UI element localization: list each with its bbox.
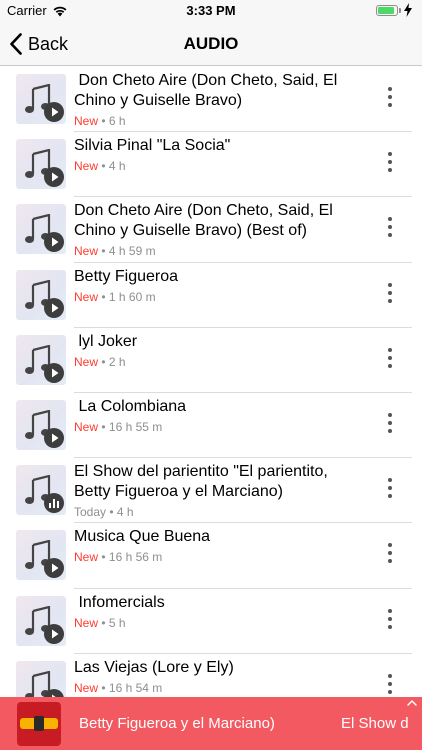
playing-badge bbox=[44, 493, 64, 514]
play-icon bbox=[52, 237, 59, 247]
more-options-button[interactable] bbox=[386, 217, 394, 241]
episode-duration: 6 h bbox=[108, 114, 126, 128]
episode-row[interactable]: Infomercials New • 5 h bbox=[0, 589, 422, 654]
episode-title: Don Cheto Aire (Don Cheto, Said, El Chin… bbox=[74, 202, 338, 240]
episode-title: La Colombiana bbox=[74, 397, 187, 415]
episode-row[interactable]: El Show del parientito "El parientito, B… bbox=[0, 458, 422, 524]
episode-thumbnail bbox=[16, 334, 66, 385]
page-title: AUDIO bbox=[183, 34, 239, 53]
episode-row[interactable]: Silvia Pinal "La Socia" New • 4 h bbox=[0, 132, 422, 198]
more-options-button[interactable] bbox=[386, 87, 394, 111]
episode-duration: 16 h 54 m bbox=[108, 680, 163, 695]
play-icon bbox=[52, 433, 59, 443]
episode-thumbnail bbox=[16, 595, 66, 646]
episode-thumbnail bbox=[16, 204, 66, 255]
episode-status: New bbox=[74, 419, 99, 434]
episode-thumbnail bbox=[16, 399, 66, 450]
episode-status: New bbox=[74, 244, 99, 259]
episode-thumbnail bbox=[16, 269, 66, 320]
play-badge bbox=[44, 232, 64, 253]
battery-tip bbox=[399, 8, 401, 13]
play-badge bbox=[44, 362, 64, 383]
more-options-button[interactable] bbox=[386, 543, 394, 567]
episode-meta: New • 4 h 59 m bbox=[74, 244, 156, 259]
status-bar: Carrier 3:33 PM bbox=[0, 0, 422, 22]
play-badge bbox=[44, 623, 64, 644]
episode-row[interactable]: lyl Joker New • 2 h bbox=[0, 328, 422, 393]
episode-meta: New • 16 h 56 m bbox=[74, 550, 163, 565]
battery-icon bbox=[376, 5, 398, 16]
episode-thumbnail bbox=[16, 530, 66, 581]
play-badge bbox=[44, 558, 64, 579]
more-options-button[interactable] bbox=[386, 673, 394, 698]
episode-status: New bbox=[74, 159, 99, 174]
episode-row[interactable]: La Colombiana New • 16 h 55 m bbox=[0, 393, 422, 459]
episode-row[interactable]: Don Cheto Aire (Don Cheto, Said, El Chin… bbox=[0, 197, 422, 263]
equalizer-icon bbox=[49, 499, 59, 509]
episode-status: New bbox=[74, 289, 99, 304]
play-icon bbox=[52, 563, 59, 573]
episode-status: New bbox=[74, 550, 99, 565]
episode-status: Today bbox=[74, 505, 107, 520]
play-icon bbox=[52, 368, 59, 378]
more-options-button[interactable] bbox=[386, 608, 394, 633]
episode-meta: New • 5 h bbox=[74, 615, 126, 630]
episode-duration: 16 h 55 m bbox=[108, 419, 163, 434]
episode-status: New bbox=[74, 114, 99, 128]
episode-title: El Show del parientito "El parientito, B… bbox=[74, 463, 333, 501]
episode-meta: New • 16 h 54 m bbox=[74, 680, 163, 695]
episode-row[interactable]: Musica Que Buena New • 16 h 56 m bbox=[0, 523, 422, 589]
more-options-button[interactable] bbox=[386, 347, 394, 372]
station-logo bbox=[17, 702, 61, 746]
episode-meta: Today • 4 h bbox=[74, 505, 134, 520]
play-icon bbox=[52, 107, 59, 117]
episode-thumbnail bbox=[16, 74, 66, 124]
episode-meta: New • 6 h bbox=[74, 114, 126, 128]
episode-meta: New • 1 h 60 m bbox=[74, 289, 156, 304]
episode-thumbnail bbox=[16, 139, 66, 190]
more-options-button[interactable] bbox=[386, 282, 394, 307]
chevron-up-icon[interactable] bbox=[405, 698, 419, 708]
episode-title: Silvia Pinal "La Socia" bbox=[74, 137, 231, 155]
episode-meta: New • 2 h bbox=[74, 354, 126, 369]
play-badge bbox=[44, 102, 64, 122]
play-icon bbox=[52, 172, 59, 182]
now-playing-title-next: El Show d bbox=[341, 715, 409, 732]
episode-title: Betty Figueroa bbox=[74, 267, 179, 285]
episode-title: Musica Que Buena bbox=[74, 528, 211, 546]
play-badge bbox=[44, 427, 64, 448]
episode-title: Las Viejas (Lore y Ely) bbox=[74, 658, 234, 676]
navigation-bar: Back AUDIO bbox=[0, 22, 422, 66]
charging-icon bbox=[404, 3, 412, 17]
episode-duration: 16 h 56 m bbox=[108, 550, 163, 565]
episode-duration: 4 h 59 m bbox=[108, 244, 156, 259]
episode-duration: 1 h 60 m bbox=[108, 289, 156, 304]
more-options-button[interactable] bbox=[386, 412, 394, 437]
episode-row[interactable]: Betty Figueroa New • 1 h 60 m bbox=[0, 263, 422, 328]
episode-title: Don Cheto Aire (Don Cheto, Said, El Chin… bbox=[74, 72, 342, 109]
mini-player[interactable]: Betty Figueroa y el Marciano) El Show d bbox=[0, 697, 422, 750]
play-badge bbox=[44, 167, 64, 188]
episode-status: New bbox=[74, 680, 99, 695]
episode-duration: 4 h bbox=[108, 159, 126, 174]
episode-status: New bbox=[74, 354, 99, 369]
episode-title: Infomercials bbox=[74, 593, 165, 611]
episode-duration: 2 h bbox=[108, 354, 126, 369]
episode-title: lyl Joker bbox=[74, 332, 138, 350]
play-icon bbox=[52, 629, 59, 638]
episode-duration: 4 h bbox=[116, 505, 134, 520]
episode-meta: New • 4 h bbox=[74, 159, 126, 174]
episode-list: Don Cheto Aire (Don Cheto, Said, El Chin… bbox=[0, 67, 422, 719]
episode-thumbnail bbox=[16, 465, 66, 516]
more-options-button[interactable] bbox=[386, 478, 394, 502]
episode-row[interactable]: Don Cheto Aire (Don Cheto, Said, El Chin… bbox=[0, 67, 422, 133]
play-badge bbox=[44, 297, 64, 318]
status-time: 3:33 PM bbox=[186, 3, 236, 18]
play-icon bbox=[52, 303, 59, 313]
episode-duration: 5 h bbox=[108, 615, 126, 630]
more-options-button[interactable] bbox=[386, 152, 394, 176]
episode-meta: New • 16 h 55 m bbox=[74, 419, 163, 434]
episode-status: New bbox=[74, 615, 99, 630]
